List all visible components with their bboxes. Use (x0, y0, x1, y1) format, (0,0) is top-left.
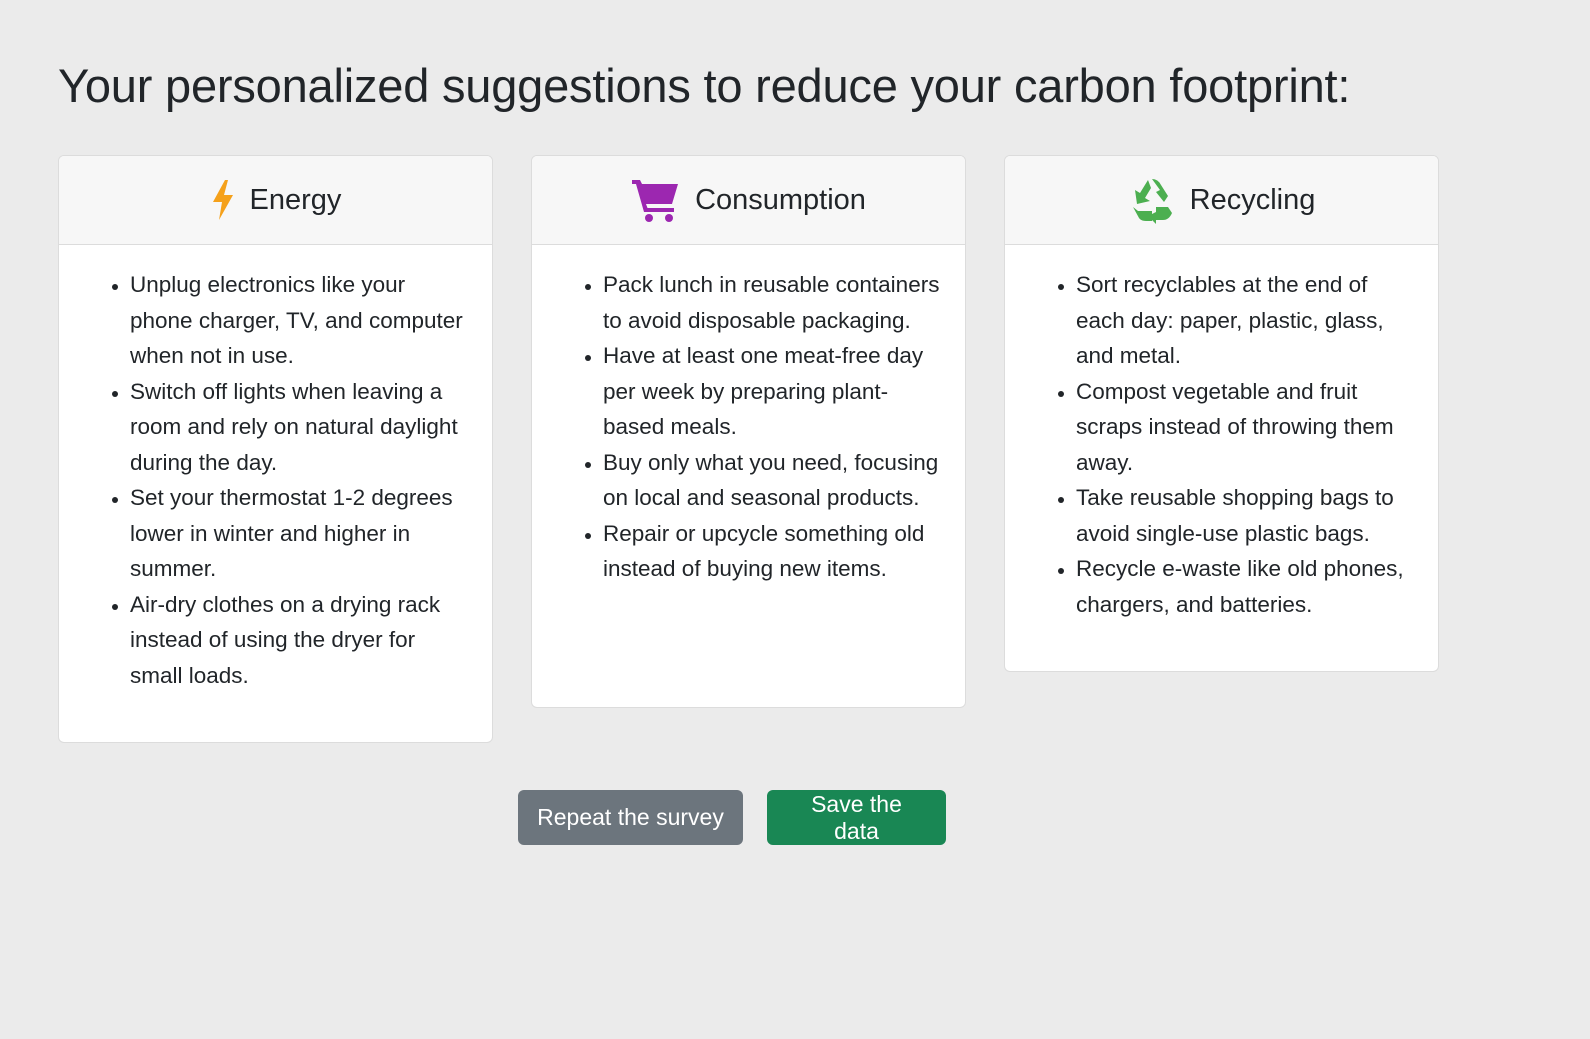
page-title: Your personalized suggestions to reduce … (58, 59, 1351, 112)
list-item: Pack lunch in reusable containers to avo… (603, 267, 945, 338)
list-item: Unplug electronics like your phone charg… (130, 267, 472, 374)
consumption-suggestion-list: Pack lunch in reusable containers to avo… (552, 267, 945, 587)
recycling-card-body: Sort recyclables at the end of each day:… (1005, 245, 1438, 642)
list-item: Buy only what you need, focusing on loca… (603, 445, 945, 516)
energy-suggestion-list: Unplug electronics like your phone charg… (79, 267, 472, 693)
recycling-card: Recycling Sort recyclables at the end of… (1004, 155, 1439, 672)
list-item: Sort recyclables at the end of each day:… (1076, 267, 1418, 374)
shopping-cart-icon (631, 177, 681, 223)
action-buttons: Repeat the survey Save the data (518, 790, 946, 845)
consumption-card-title: Consumption (695, 183, 866, 216)
recycling-card-title: Recycling (1189, 183, 1316, 216)
consumption-card: Consumption Pack lunch in reusable conta… (531, 155, 966, 708)
consumption-card-body: Pack lunch in reusable containers to avo… (532, 245, 965, 607)
save-data-button[interactable]: Save the data (767, 790, 946, 845)
recycling-card-header: Recycling (1005, 156, 1438, 245)
recycling-suggestion-list: Sort recyclables at the end of each day:… (1025, 267, 1418, 622)
energy-card-body: Unplug electronics like your phone charg… (59, 245, 492, 713)
energy-card-title: Energy (249, 183, 342, 216)
list-item: Have at least one meat-free day per week… (603, 338, 945, 445)
list-item: Compost vegetable and fruit scraps inste… (1076, 374, 1418, 481)
energy-card: Energy Unplug electronics like your phon… (58, 155, 493, 743)
list-item: Recycle e-waste like old phones, charger… (1076, 551, 1418, 622)
list-item: Air-dry clothes on a drying rack instead… (130, 587, 472, 694)
list-item: Repair or upcycle something old instead … (603, 516, 945, 587)
list-item: Take reusable shopping bags to avoid sin… (1076, 480, 1418, 551)
list-item: Set your thermostat 1-2 degrees lower in… (130, 480, 472, 587)
energy-card-header: Energy (59, 156, 492, 245)
list-item: Switch off lights when leaving a room an… (130, 374, 472, 481)
recycle-icon (1128, 176, 1176, 224)
repeat-survey-button[interactable]: Repeat the survey (518, 790, 743, 845)
lightning-bolt-icon (210, 179, 236, 221)
consumption-card-header: Consumption (532, 156, 965, 245)
